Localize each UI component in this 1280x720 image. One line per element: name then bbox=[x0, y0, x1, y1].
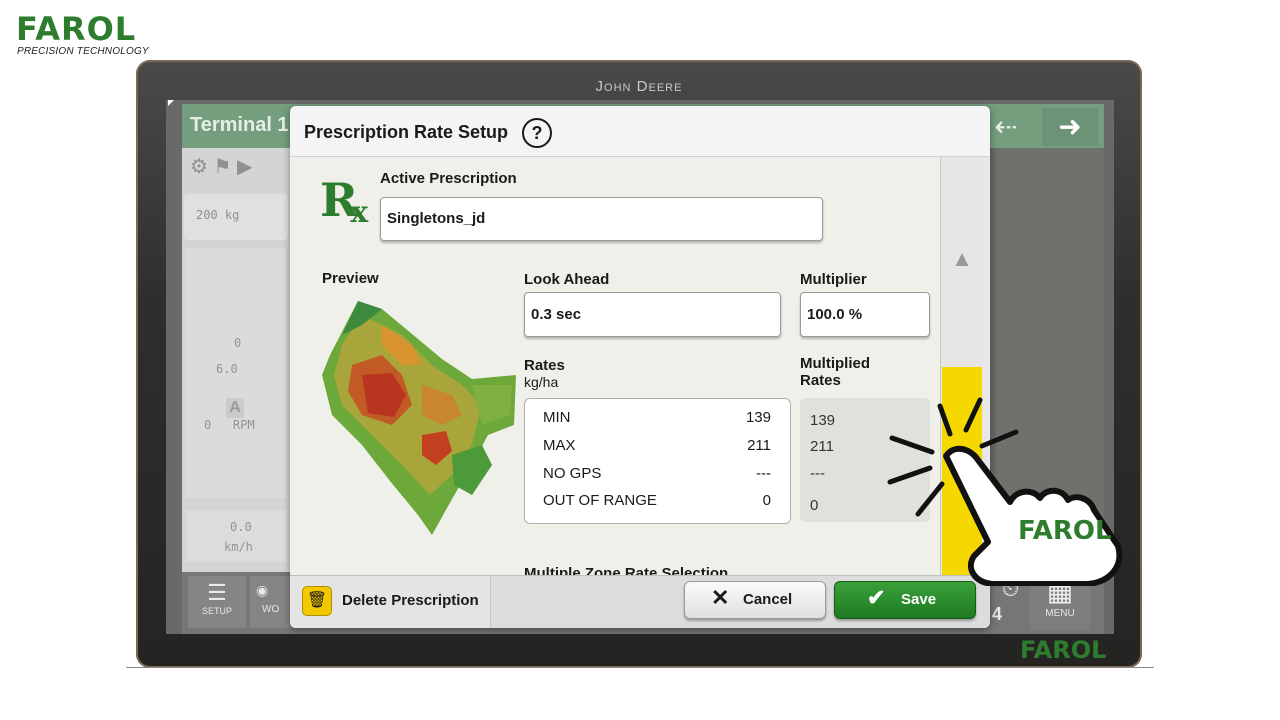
rate-value: --- bbox=[756, 465, 771, 482]
dialog-header: Prescription Rate Setup ? bbox=[290, 106, 990, 157]
look-ahead-label: Look Ahead bbox=[524, 271, 610, 288]
multiple-zone-rate-label: Multiple Zone Rate Selection bbox=[524, 565, 729, 575]
prescription-rx-icon: Rx bbox=[320, 175, 376, 232]
rates-table: MIN 139 MAX 211 NO GPS --- OUT OF RANGE … bbox=[524, 398, 791, 524]
rates-unit: kg/ha bbox=[524, 374, 559, 390]
delete-prescription-button[interactable]: 🗑 Delete Prescription bbox=[290, 576, 491, 628]
divider bbox=[126, 667, 1154, 668]
prescription-preview-map bbox=[322, 301, 516, 535]
multiplied-rate-value: 211 bbox=[810, 438, 834, 455]
preview-label: Preview bbox=[322, 270, 379, 287]
active-prescription-field[interactable]: Singletons_jd bbox=[380, 197, 823, 241]
multiplied-rate-value: 0 bbox=[810, 497, 819, 514]
dialog-body: Rx Active Prescription Singletons_jd Pre… bbox=[290, 157, 940, 575]
multiplied-rate-value: 139 bbox=[810, 412, 836, 429]
hand-farol-badge: FAROL bbox=[1018, 516, 1112, 546]
farol-logo: FAROL bbox=[16, 10, 137, 48]
mouse-cursor-icon bbox=[168, 100, 174, 106]
scroll-up-icon[interactable]: ▲ bbox=[948, 245, 976, 273]
farol-tagline: PRECISION TECHNOLOGY bbox=[17, 46, 149, 57]
dialog-title: Prescription Rate Setup bbox=[304, 122, 509, 142]
rate-value: 211 bbox=[747, 437, 771, 454]
rates-label: Rates bbox=[524, 357, 565, 374]
save-button[interactable]: ✔ Save bbox=[834, 581, 976, 619]
rate-value: 0 bbox=[762, 492, 771, 509]
save-label: Save bbox=[901, 591, 937, 608]
multiplier-field[interactable]: 100.0 % bbox=[800, 292, 930, 337]
cancel-label: Cancel bbox=[743, 591, 793, 608]
help-icon[interactable]: ? bbox=[522, 118, 552, 148]
rate-value: 139 bbox=[745, 409, 771, 426]
multiplied-rate-value: --- bbox=[810, 465, 825, 482]
pointing-hand-icon bbox=[887, 397, 1123, 586]
checkmark-icon: ✔ bbox=[867, 585, 886, 610]
active-prescription-label: Active Prescription bbox=[380, 170, 517, 187]
multiplier-label: Multiplier bbox=[800, 271, 867, 288]
john-deere-brand: John Deere bbox=[595, 78, 683, 95]
rate-name: MAX bbox=[543, 437, 576, 454]
rate-name: OUT OF RANGE bbox=[543, 492, 657, 509]
trash-icon: 🗑 bbox=[302, 586, 332, 616]
rate-name: MIN bbox=[543, 409, 571, 426]
look-ahead-field[interactable]: 0.3 sec bbox=[524, 292, 781, 337]
rx-x: x bbox=[350, 195, 369, 230]
cancel-button[interactable]: ✕ Cancel bbox=[684, 581, 826, 619]
farol-watermark: FAROL bbox=[1020, 636, 1107, 664]
delete-prescription-label: Delete Prescription bbox=[342, 592, 479, 609]
close-icon: ✕ bbox=[711, 585, 730, 610]
multiplied-rates-label: Multiplied Rates bbox=[800, 355, 870, 389]
rate-name: NO GPS bbox=[543, 465, 602, 482]
